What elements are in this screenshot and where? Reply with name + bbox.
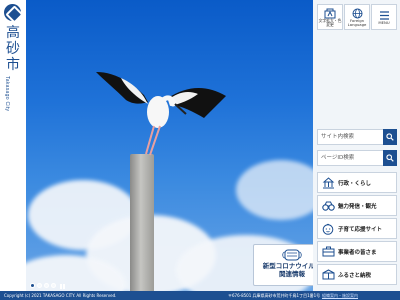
font-resize-button[interactable]: 文字拡大・色 変更 bbox=[317, 4, 343, 30]
covid-info-banner[interactable]: 新型コロナウイルス 関連情報 bbox=[253, 244, 313, 286]
nav-item-furusato[interactable]: ふるさと納税 bbox=[317, 264, 397, 285]
city-name-char: 市 bbox=[6, 57, 20, 73]
menu-label: MENU bbox=[378, 20, 390, 25]
city-emblem-icon[interactable] bbox=[4, 4, 21, 21]
city-logo[interactable]: 高 砂 市 bbox=[4, 25, 22, 73]
page-id-search bbox=[317, 150, 397, 166]
briefcase-icon bbox=[318, 242, 338, 261]
nav-item-miryoku[interactable]: 魅力発信・観光 bbox=[317, 195, 397, 216]
slide-dot-3[interactable] bbox=[44, 283, 49, 288]
city-hall-icon bbox=[318, 173, 338, 192]
covid-banner-subtitle: 関連情報 bbox=[279, 270, 305, 278]
slide-indicators bbox=[30, 283, 66, 289]
site-search-input[interactable] bbox=[317, 129, 383, 145]
site-search-button[interactable] bbox=[383, 129, 397, 145]
nav-item-jigyosha[interactable]: 事業者の皆さま bbox=[317, 241, 397, 262]
menu-button[interactable]: MENU bbox=[371, 4, 397, 30]
slide-dot-1[interactable] bbox=[30, 283, 35, 288]
copyright-text: Copyright (c) 2021 TAKASAGO CITY. All Ri… bbox=[4, 293, 117, 298]
furusato-icon bbox=[318, 265, 338, 284]
nav-item-label: 子育て応援サイト bbox=[338, 226, 383, 233]
slide-dot-4[interactable] bbox=[51, 283, 56, 288]
page-id-search-input[interactable] bbox=[317, 150, 383, 166]
side-panel: 文字拡大・色 変更 Foreign Language MENU サイト内検索 ペ… bbox=[313, 0, 400, 291]
stork-image bbox=[96, 72, 226, 156]
nav-item-gyosei[interactable]: 行政・くらし bbox=[317, 172, 397, 193]
foreign-language-label-2: Language bbox=[347, 22, 367, 28]
child-face-icon bbox=[318, 219, 338, 238]
nav-item-label: ふるさと納税 bbox=[338, 272, 372, 279]
address-text: 〒676-8501 兵庫県高砂市荒井町千鳥1丁目1番1号 bbox=[228, 293, 321, 298]
slide-dot-2[interactable] bbox=[37, 283, 42, 288]
utility-pole bbox=[130, 154, 154, 291]
nav-item-label: 事業者の皆さま bbox=[338, 249, 377, 256]
city-name-en: Takasago City bbox=[4, 76, 10, 112]
covid-banner-title: 新型コロナウイルス bbox=[262, 262, 313, 270]
city-name-char: 砂 bbox=[6, 41, 20, 57]
brand-rail: 高 砂 市 Takasago City bbox=[0, 0, 26, 291]
search-icon bbox=[386, 154, 394, 162]
nav-item-label: 魅力発信・観光 bbox=[338, 203, 377, 210]
footer-bar: Copyright (c) 2021 TAKASAGO CITY. All Ri… bbox=[0, 291, 400, 300]
binoculars-icon bbox=[318, 196, 338, 215]
city-name-char: 高 bbox=[6, 25, 20, 41]
site-search bbox=[317, 129, 397, 145]
search-icon bbox=[386, 133, 394, 141]
nav-item-label: 行政・くらし bbox=[338, 180, 372, 187]
nav-item-kosodate[interactable]: 子育て応援サイト bbox=[317, 218, 397, 239]
page-id-search-button[interactable] bbox=[383, 150, 397, 166]
foreign-language-button[interactable]: Foreign Language bbox=[344, 4, 370, 30]
font-resize-label-2: 変更 bbox=[326, 22, 334, 28]
organization-link[interactable]: 組織案内・施設案内 bbox=[322, 291, 358, 300]
hero-slideshow: 新型コロナウイルス 関連情報 bbox=[26, 0, 313, 291]
pause-icon[interactable] bbox=[60, 283, 66, 289]
face-mask-icon bbox=[282, 249, 302, 261]
